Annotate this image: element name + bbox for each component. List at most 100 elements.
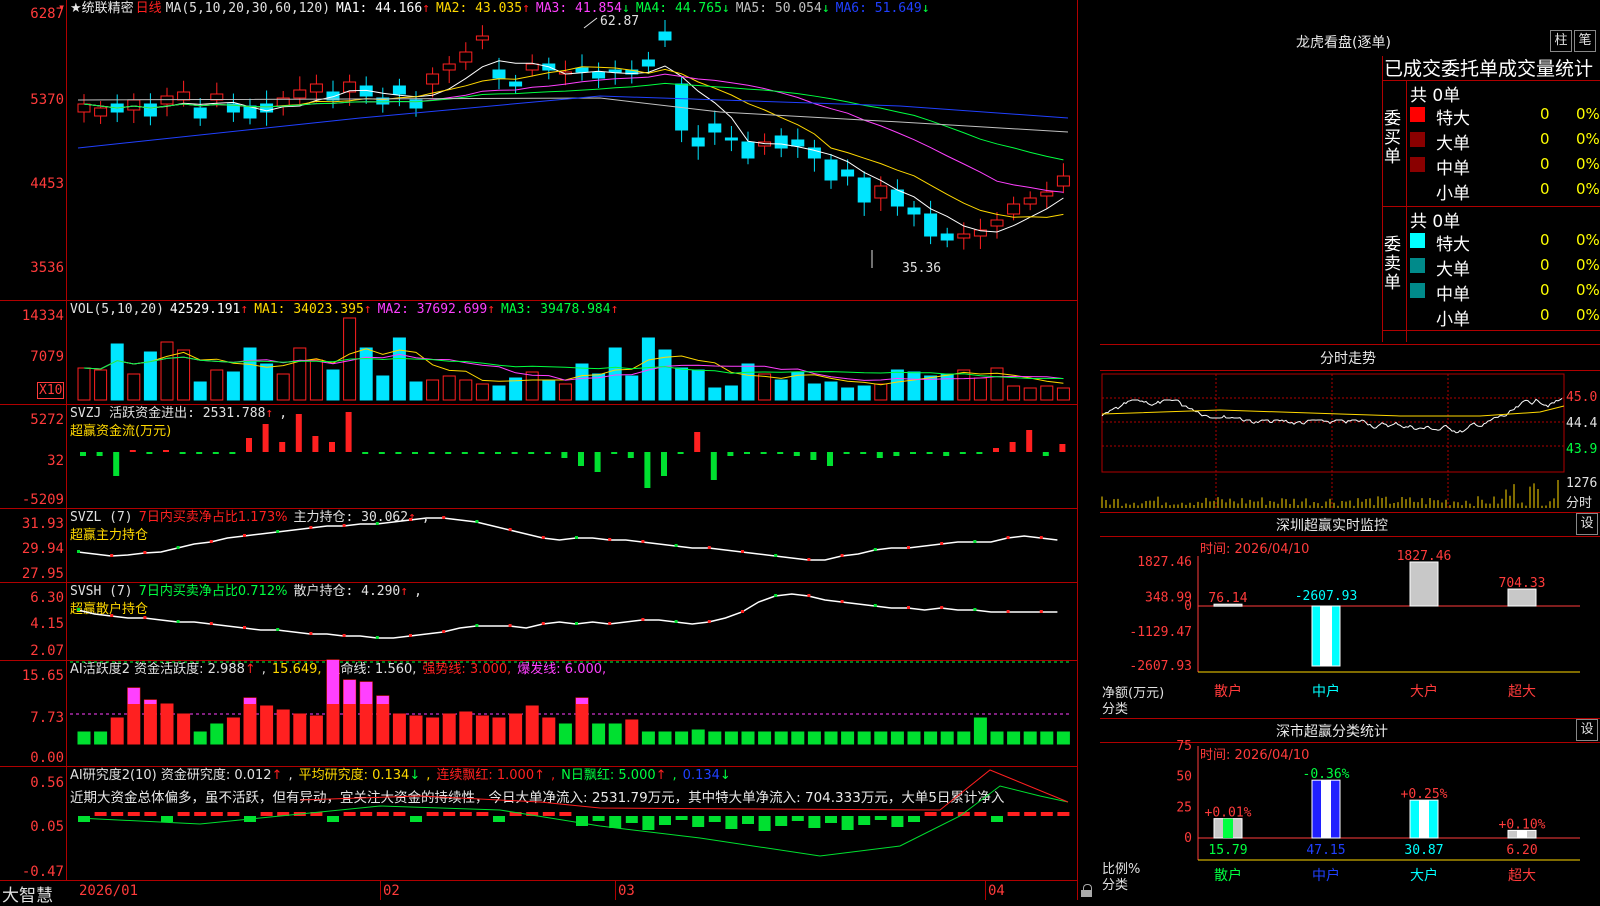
volume-bar (226, 371, 240, 401)
buy-pct: 0% (1576, 180, 1600, 198)
class-tick: 0 (1184, 831, 1192, 846)
volume-bar (758, 373, 772, 401)
sz-monitor-xlabel: 分类 (1102, 702, 1129, 717)
activity-bar (675, 731, 689, 745)
research-line (299, 769, 1069, 811)
candle (193, 107, 207, 119)
activity-bar (177, 713, 191, 745)
monitor-value-label: 76.14 (1208, 591, 1247, 606)
volume-bar (475, 383, 489, 401)
research-bar (725, 816, 738, 829)
candle (957, 233, 971, 239)
research-bar (791, 816, 804, 821)
research-bar (1057, 812, 1070, 816)
low-price-label: 35.36 (902, 261, 942, 276)
activity-bar (77, 731, 91, 745)
sell-swatch (1410, 308, 1425, 323)
monitor-bar (1507, 588, 1537, 607)
flow-bar (279, 442, 286, 452)
activity-peak (244, 698, 256, 704)
candle (658, 31, 672, 41)
dot-mark (243, 534, 246, 537)
sell-swatch (1410, 283, 1425, 298)
dot-mark (840, 600, 844, 603)
monitor-category: 超大 (1508, 684, 1536, 700)
candle (575, 67, 589, 73)
dot-mark (508, 528, 512, 531)
sz-class-settings-button[interactable]: 设 (1576, 719, 1598, 741)
dot-mark (209, 622, 213, 625)
tick-view-button[interactable]: 笔 (1574, 30, 1596, 52)
research-bar (908, 816, 920, 822)
activity-bar (1023, 731, 1037, 745)
buy-name: 小单 (1436, 184, 1470, 204)
flow-bar (345, 412, 352, 452)
flow-bar (129, 450, 136, 452)
dot-mark (143, 551, 147, 554)
dot-mark (110, 554, 114, 557)
sz-monitor-settings-button[interactable]: 设 (1576, 513, 1598, 535)
dot-mark (243, 626, 246, 629)
candle (1040, 191, 1054, 197)
activity-bar (110, 717, 124, 745)
research-bar (343, 812, 356, 816)
candle (691, 137, 705, 147)
dot-mark (309, 632, 313, 635)
research-bar (111, 812, 124, 816)
flow-bar (362, 452, 369, 454)
volume-bar (940, 373, 954, 401)
research-bar (609, 816, 622, 828)
research-bar (941, 812, 954, 816)
buy-swatch (1410, 132, 1425, 147)
dot-mark (176, 620, 180, 623)
class-change-label: +0.01% (1205, 806, 1252, 821)
price-chart[interactable] (0, 0, 1078, 300)
flow-bar (943, 452, 950, 456)
candle (641, 59, 655, 67)
sell-count: 0 (1540, 306, 1550, 324)
sell-orders-label: 委卖单 (1384, 235, 1401, 293)
brand-label: 大智慧 (2, 886, 53, 906)
buy-count: 0 (1540, 155, 1550, 173)
sz-class-chart: 75 50 25 0 +0.01% 15.79 散户 -0.36% 47.15 中户 +0.25% 3… (1176, 739, 1580, 884)
research-bar (692, 816, 705, 827)
flow-bar (727, 452, 734, 456)
flow-bar (627, 452, 634, 458)
dot-mark (641, 618, 645, 621)
research-bar (659, 816, 671, 825)
intraday-vol-unit: 分时 (1566, 496, 1593, 511)
flow-bar (677, 452, 684, 454)
dot-mark (176, 546, 180, 549)
candle (857, 177, 871, 203)
research-bar (991, 816, 1003, 822)
svzl-chart (77, 516, 1058, 561)
column-view-button[interactable]: 柱 (1550, 30, 1572, 52)
activity-bar (426, 717, 440, 745)
lock-icon-body (1081, 890, 1092, 897)
dot-mark (475, 520, 479, 523)
intraday-axis-label: 44.4 (1566, 416, 1598, 431)
research-bar (708, 816, 721, 822)
activity-peak (343, 680, 356, 704)
volume-bar (110, 343, 124, 401)
class-bar-highlight (1223, 818, 1233, 838)
activity-bar (392, 713, 406, 745)
flow-bar (246, 438, 252, 452)
class-tick: 75 (1176, 739, 1192, 754)
activity-bar (293, 713, 307, 745)
research-bar (493, 816, 505, 822)
flow-bar (146, 452, 153, 454)
sell-pct: 0% (1576, 256, 1600, 274)
date-tick: 2026/01 (79, 883, 139, 899)
activity-bar (592, 723, 606, 745)
volume-bar (890, 369, 904, 401)
activity-bar (276, 709, 290, 745)
buy-count: 0 (1540, 105, 1550, 123)
class-change-label: +0.10% (1499, 817, 1546, 832)
chart-area[interactable]: 6287 5370 4453 3536 ▾ ★统联精密 日线 MA(5,10,20,… (0, 0, 1092, 906)
activity-bar (625, 719, 639, 745)
dot-mark (641, 540, 645, 543)
dot-mark (342, 634, 346, 637)
candle (874, 185, 888, 199)
activity-bar (824, 731, 838, 745)
